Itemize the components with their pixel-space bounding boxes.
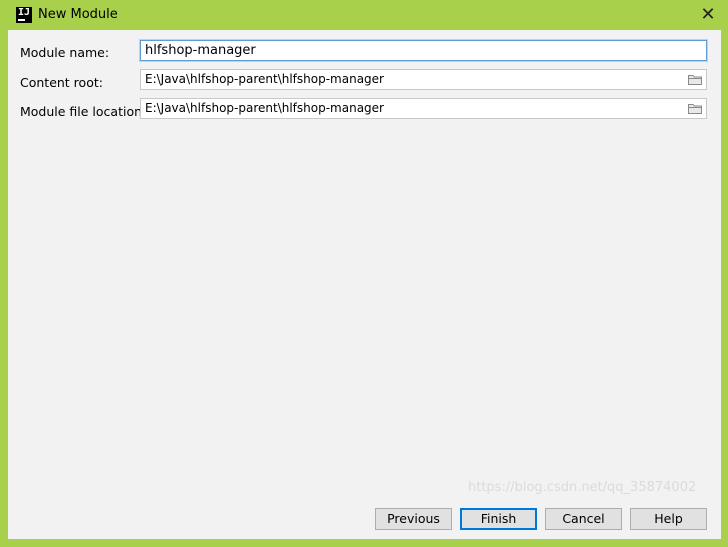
cancel-button[interactable]: Cancel (545, 508, 622, 530)
content-root-field[interactable]: E:\Java\hlfshop-parent\hlfshop-manager (140, 69, 707, 90)
watermark-text: https://blog.csdn.net/qq_35874002 (468, 480, 697, 495)
module-name-input[interactable]: hlfshop-manager (140, 40, 707, 61)
intellij-icon: IJ (16, 7, 32, 23)
title-bar[interactable]: IJ New Module ✕ (0, 0, 728, 30)
content-root-label: Content root: (20, 75, 103, 90)
module-name-label: Module name: (20, 45, 110, 60)
dialog-title: New Module (38, 7, 118, 22)
module-file-location-field[interactable]: E:\Java\hlfshop-parent\hlfshop-manager (140, 98, 707, 119)
folder-icon[interactable] (688, 103, 702, 114)
new-module-dialog: IJ New Module ✕ Module name: hlfshop-man… (0, 0, 728, 547)
dialog-content: Module name: hlfshop-manager Content roo… (8, 30, 721, 539)
close-icon[interactable]: ✕ (696, 4, 720, 26)
finish-button[interactable]: Finish (460, 508, 537, 530)
folder-icon[interactable] (688, 74, 702, 85)
module-file-location-label: Module file location: (20, 104, 147, 119)
previous-button[interactable]: Previous (375, 508, 452, 530)
help-button[interactable]: Help (630, 508, 707, 530)
